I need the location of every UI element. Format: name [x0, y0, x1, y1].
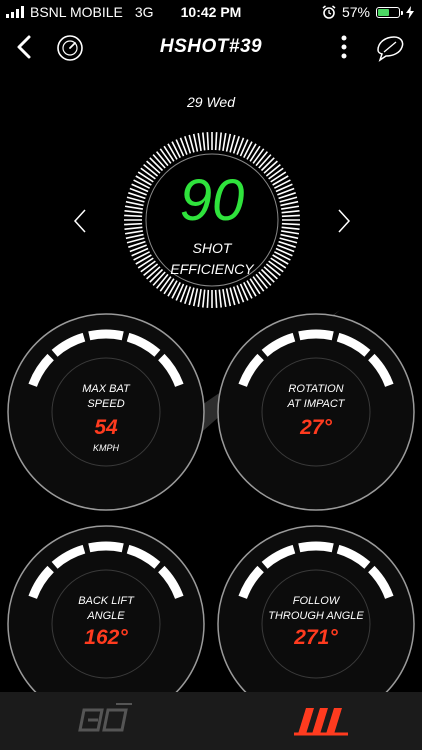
- page-title: HSHOT#39: [159, 36, 263, 57]
- ring-tick: [206, 132, 210, 151]
- ring-tick: [260, 157, 275, 172]
- ring-tick: [202, 289, 206, 308]
- gauge-label-line2: ANGLE: [87, 610, 125, 622]
- ring-tick: [124, 230, 143, 235]
- gauge-unit: KMPH: [92, 443, 119, 453]
- efficiency-value: 90: [179, 168, 245, 233]
- gauge-value: 271°: [294, 626, 338, 649]
- ring-tick: [222, 132, 227, 151]
- ring-tick: [281, 230, 300, 235]
- stats-bars-icon[interactable]: [292, 700, 352, 740]
- ring-tick: [163, 145, 175, 162]
- battery-fill: [378, 8, 390, 16]
- ring-tick: [192, 288, 199, 307]
- gauge-label-line1: BACK LIFT: [78, 595, 134, 607]
- ring-tick: [222, 289, 227, 308]
- gauge-max-bat-speed: MAX BAT SPEED 54 KMPH: [6, 312, 206, 512]
- gauge-dial: [217, 313, 415, 511]
- ring-tick: [202, 132, 206, 151]
- more-icon[interactable]: [336, 34, 352, 62]
- gauge-label: ROTATION AT IMPACT: [216, 382, 416, 412]
- ring-tick: [192, 133, 199, 152]
- gauge-label-line2: AT IMPACT: [287, 398, 345, 410]
- efficiency-label-line1: SHOT: [192, 240, 232, 256]
- status-right: 57%: [322, 4, 414, 20]
- ring-tick: [249, 278, 261, 295]
- feather-icon[interactable]: [374, 34, 406, 62]
- ring-tick: [152, 154, 166, 169]
- ring-tick: [167, 143, 178, 160]
- ring-tick: [255, 151, 269, 167]
- ring-tick: [155, 151, 169, 167]
- gauge-dial: [7, 313, 205, 511]
- gauge-value: 162°: [84, 626, 128, 649]
- gauge-rotation-at-impact: ROTATION AT IMPACT 27°: [216, 312, 416, 512]
- ring-tick: [197, 289, 202, 308]
- ring-tick: [225, 288, 232, 307]
- ring-tick: [218, 289, 222, 308]
- ring-tick: [225, 133, 232, 152]
- gauge-arc-segment: [298, 329, 334, 341]
- gauge-arc-segment: [298, 541, 334, 553]
- gauge-arc-segment: [88, 541, 124, 553]
- ring-tick: [252, 148, 265, 164]
- shot-date: 29 Wed: [187, 94, 235, 110]
- ring-tick: [197, 132, 202, 151]
- status-bar: BSNL MOBILE 3G 10:42 PM 57%: [0, 0, 422, 24]
- gauge-label-line1: FOLLOW: [292, 595, 340, 607]
- ring-tick: [246, 143, 257, 160]
- gauge-value: 54: [94, 416, 118, 439]
- gauge-outer-ring: [7, 313, 205, 511]
- efficiency-label-line2: EFFICIENCY: [170, 261, 254, 277]
- ring-tick: [149, 157, 164, 172]
- nav-bar: HSHOT#39: [0, 28, 422, 68]
- gauge-label: FOLLOW THROUGH ANGLE: [216, 594, 416, 624]
- ring-tick: [249, 145, 261, 162]
- gauge-value: 27°: [300, 416, 332, 439]
- ring-tick: [258, 154, 272, 169]
- 3d-view-icon[interactable]: [76, 700, 136, 740]
- gauge-label: MAX BAT SPEED: [6, 382, 206, 412]
- gauge-arc-segment: [88, 329, 124, 341]
- gauge-label-line2: THROUGH ANGLE: [268, 610, 364, 622]
- battery-percent: 57%: [341, 4, 370, 20]
- ring-tick: [163, 278, 175, 295]
- gauge-outer-ring: [217, 313, 415, 511]
- ring-tick: [214, 132, 218, 151]
- ring-tick: [218, 132, 222, 151]
- ring-tick: [246, 280, 257, 297]
- ring-tick: [214, 289, 218, 308]
- ring-tick: [159, 148, 172, 164]
- alarm-icon: [322, 5, 336, 19]
- gauge-label: BACK LIFT ANGLE: [6, 594, 206, 624]
- efficiency-label: SHOT EFFICIENCY: [122, 238, 302, 280]
- battery-icon: [376, 6, 403, 18]
- gauge-label-line1: ROTATION: [288, 383, 344, 395]
- gauge-label-line2: SPEED: [87, 398, 125, 410]
- ring-tick: [167, 280, 178, 297]
- tab-bar: [0, 692, 422, 750]
- gauge-label-line1: MAX BAT: [82, 383, 130, 395]
- previous-shot-icon[interactable]: [70, 206, 90, 236]
- ring-tick: [206, 289, 210, 308]
- charging-icon: [406, 5, 414, 19]
- next-shot-icon[interactable]: [334, 206, 354, 236]
